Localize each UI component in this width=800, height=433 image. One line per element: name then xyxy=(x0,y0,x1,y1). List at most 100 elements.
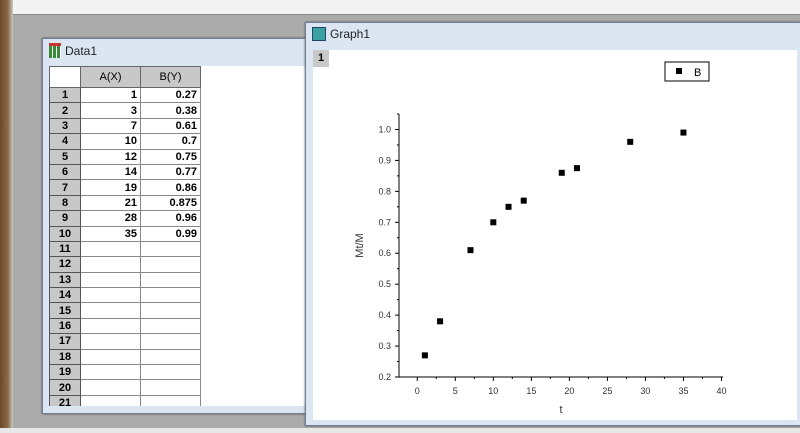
row-header[interactable]: 13 xyxy=(49,271,81,289)
cell[interactable] xyxy=(80,317,141,335)
cell[interactable] xyxy=(140,240,201,258)
corner-cell[interactable] xyxy=(49,66,81,88)
x-axis-label: t xyxy=(559,404,562,416)
cell[interactable] xyxy=(140,364,201,381)
graph-title-text: Graph1 xyxy=(330,27,371,41)
worksheet-window[interactable]: Data1 A(X) B(Y) 1 1 0.27 2 3 0.38 3 7 0.61 4 10 0.7 5… xyxy=(42,38,339,414)
cell[interactable] xyxy=(140,379,201,396)
table-row: 19 xyxy=(49,364,201,381)
cell[interactable]: 35 xyxy=(80,225,141,242)
row-header[interactable]: 2 xyxy=(49,102,81,119)
cell[interactable] xyxy=(140,348,201,366)
row-header[interactable]: 16 xyxy=(49,317,81,335)
legend-marker xyxy=(676,68,682,74)
y-tick-label: 1.0 xyxy=(378,124,391,134)
graph-icon xyxy=(312,27,326,41)
row-header[interactable]: 19 xyxy=(49,364,81,381)
cell[interactable] xyxy=(80,333,141,350)
cell[interactable] xyxy=(80,394,141,406)
table-row: 1 1 0.27 xyxy=(49,86,201,104)
table-row: 6 14 0.77 xyxy=(49,163,201,181)
row-header[interactable]: 5 xyxy=(49,148,81,165)
scatter-plot: 0 5 10 15 20 25 30 35 40 0.2 0.3 0.4 0.5 0.6 0.7 0.8 0.9… xyxy=(354,61,726,416)
row-header[interactable]: 12 xyxy=(49,256,81,273)
cell[interactable]: 0.86 xyxy=(140,179,201,196)
worksheet-grid[interactable]: A(X) B(Y) 1 1 0.27 2 3 0.38 3 7 0.61 4 10 0.7 5 12 0.75… xyxy=(49,66,339,406)
cell[interactable]: 3 xyxy=(80,102,141,119)
cell[interactable] xyxy=(140,394,201,406)
cell[interactable] xyxy=(80,302,141,319)
row-header[interactable]: 10 xyxy=(49,225,81,242)
legend-label: B xyxy=(694,67,701,79)
worksheet-title-text: Data1 xyxy=(65,43,98,58)
cell[interactable] xyxy=(80,287,141,304)
row-header[interactable]: 1 xyxy=(49,86,81,104)
row-header[interactable]: 21 xyxy=(49,394,81,406)
cell[interactable]: 0.27 xyxy=(140,86,201,104)
table-row: 10 35 0.99 xyxy=(49,225,201,242)
cell[interactable]: 14 xyxy=(80,163,141,181)
data-point xyxy=(437,318,444,325)
table-row: 3 7 0.61 xyxy=(49,117,201,135)
x-tick-label: 15 xyxy=(526,386,536,396)
data-point xyxy=(573,165,580,172)
table-row: 7 19 0.86 xyxy=(49,179,201,196)
legend-box xyxy=(664,61,710,82)
cell[interactable]: 0.77 xyxy=(140,163,201,181)
row-header[interactable]: 3 xyxy=(49,117,81,135)
cell[interactable]: 28 xyxy=(80,210,141,227)
table-row: 18 xyxy=(49,348,201,366)
cell[interactable]: 0.75 xyxy=(140,148,201,165)
cell[interactable]: 0.61 xyxy=(140,117,201,135)
cell[interactable]: 19 xyxy=(80,179,141,196)
y-tick-label: 0.6 xyxy=(378,248,391,258)
data-point xyxy=(627,138,634,145)
cell[interactable] xyxy=(80,364,141,381)
cell[interactable] xyxy=(140,256,201,273)
table-row: 16 xyxy=(49,317,201,335)
cell[interactable]: 1 xyxy=(80,86,141,104)
row-header[interactable]: 18 xyxy=(49,348,81,366)
cell[interactable] xyxy=(80,348,141,366)
row-header[interactable]: 4 xyxy=(49,133,81,150)
x-tick-label: 20 xyxy=(564,386,574,396)
column-header-a[interactable]: A(X) xyxy=(80,66,141,88)
graph-window[interactable]: Graph1 1 0 5 10 15 20 25 30 35 40 0.2 0.3 0.4 0.5 0.6… xyxy=(305,22,800,426)
cell[interactable] xyxy=(140,271,201,289)
y-tick-label: 0.9 xyxy=(378,155,391,165)
row-header[interactable]: 15 xyxy=(49,302,81,319)
row-header[interactable]: 14 xyxy=(49,287,81,304)
cell[interactable] xyxy=(80,240,141,258)
y-tick-label: 0.3 xyxy=(378,341,391,351)
table-row: 12 xyxy=(49,256,201,273)
cell[interactable] xyxy=(140,333,201,350)
graph-page[interactable]: 1 0 5 10 15 20 25 30 35 40 0.2 0.3 0.4 0.5 0.6 0.7 0.8 0… xyxy=(313,50,797,420)
row-header[interactable]: 20 xyxy=(49,379,81,396)
table-row: 13 xyxy=(49,271,201,289)
column-header-b[interactable]: B(Y) xyxy=(140,66,201,88)
row-header[interactable]: 6 xyxy=(49,163,81,181)
cell[interactable]: 10 xyxy=(80,133,141,150)
cell[interactable] xyxy=(140,287,201,304)
cell[interactable]: 0.7 xyxy=(140,133,201,150)
cell[interactable]: 0.99 xyxy=(140,225,201,242)
cell[interactable]: 0.96 xyxy=(140,210,201,227)
cell[interactable] xyxy=(80,271,141,289)
cell[interactable]: 0.38 xyxy=(140,102,201,119)
cell[interactable] xyxy=(80,256,141,273)
data-point xyxy=(490,219,497,226)
row-header[interactable]: 11 xyxy=(49,240,81,258)
x-tick-label: 0 xyxy=(415,386,420,396)
row-header[interactable]: 17 xyxy=(49,333,81,350)
table-row: 15 xyxy=(49,302,201,319)
cell[interactable]: 21 xyxy=(80,194,141,212)
cell[interactable]: 12 xyxy=(80,148,141,165)
row-header[interactable]: 8 xyxy=(49,194,81,212)
cell[interactable]: 7 xyxy=(80,117,141,135)
cell[interactable] xyxy=(140,302,201,319)
cell[interactable] xyxy=(80,379,141,396)
row-header[interactable]: 9 xyxy=(49,210,81,227)
row-header[interactable]: 7 xyxy=(49,179,81,196)
cell[interactable]: 0.875 xyxy=(140,194,201,212)
cell[interactable] xyxy=(140,317,201,335)
